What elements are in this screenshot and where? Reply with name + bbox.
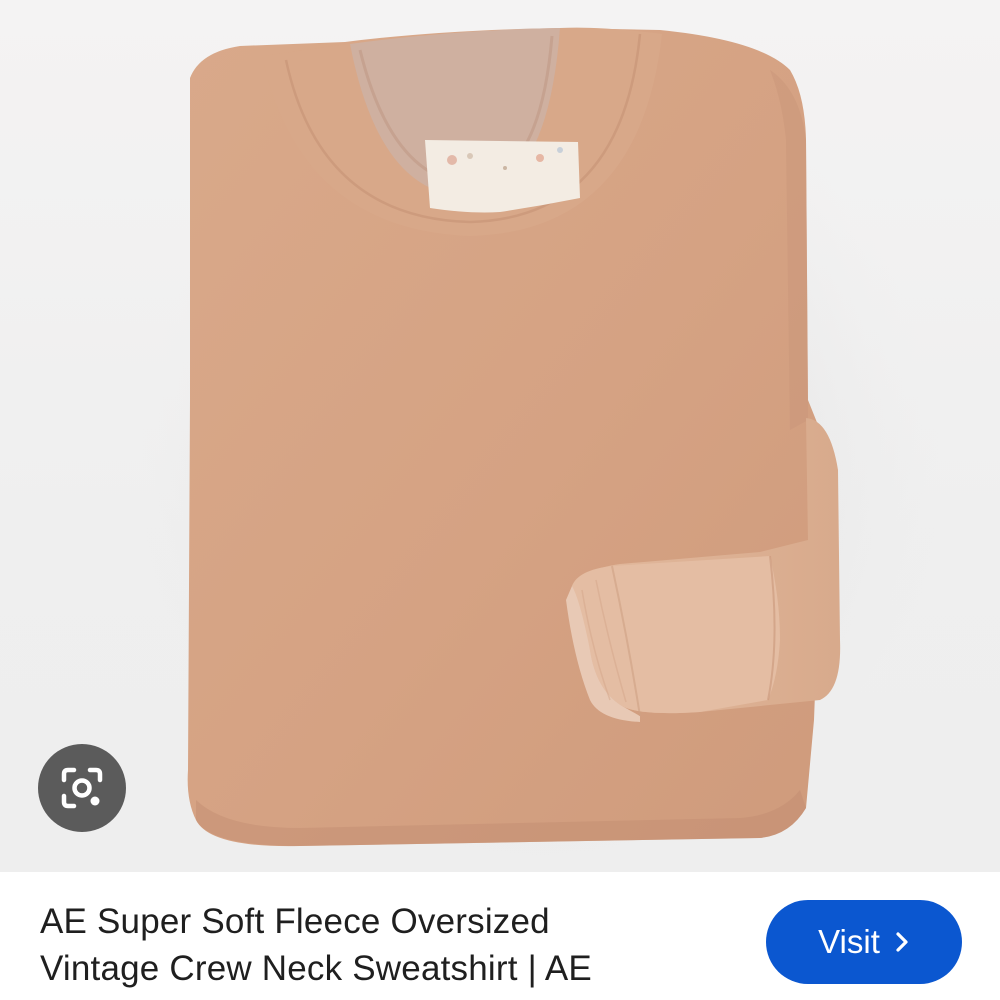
result-card: AE Super Soft Fleece Oversized Vintage C…	[0, 0, 1000, 1000]
product-image[interactable]	[0, 0, 1000, 872]
product-title-line-2: Vintage Crew Neck Sweatshirt | AE	[40, 949, 592, 988]
sweatshirt-illustration	[140, 27, 940, 872]
google-lens-icon	[61, 767, 103, 809]
google-lens-button[interactable]	[38, 744, 126, 832]
garment-tag	[425, 140, 580, 213]
visit-button[interactable]: Visit	[766, 900, 962, 984]
product-title[interactable]: AE Super Soft Fleece Oversized Vintage C…	[40, 898, 740, 992]
visit-button-label: Visit	[818, 923, 880, 960]
product-title-line-1: AE Super Soft Fleece Oversized	[40, 902, 550, 941]
chevron-right-icon	[894, 930, 910, 954]
